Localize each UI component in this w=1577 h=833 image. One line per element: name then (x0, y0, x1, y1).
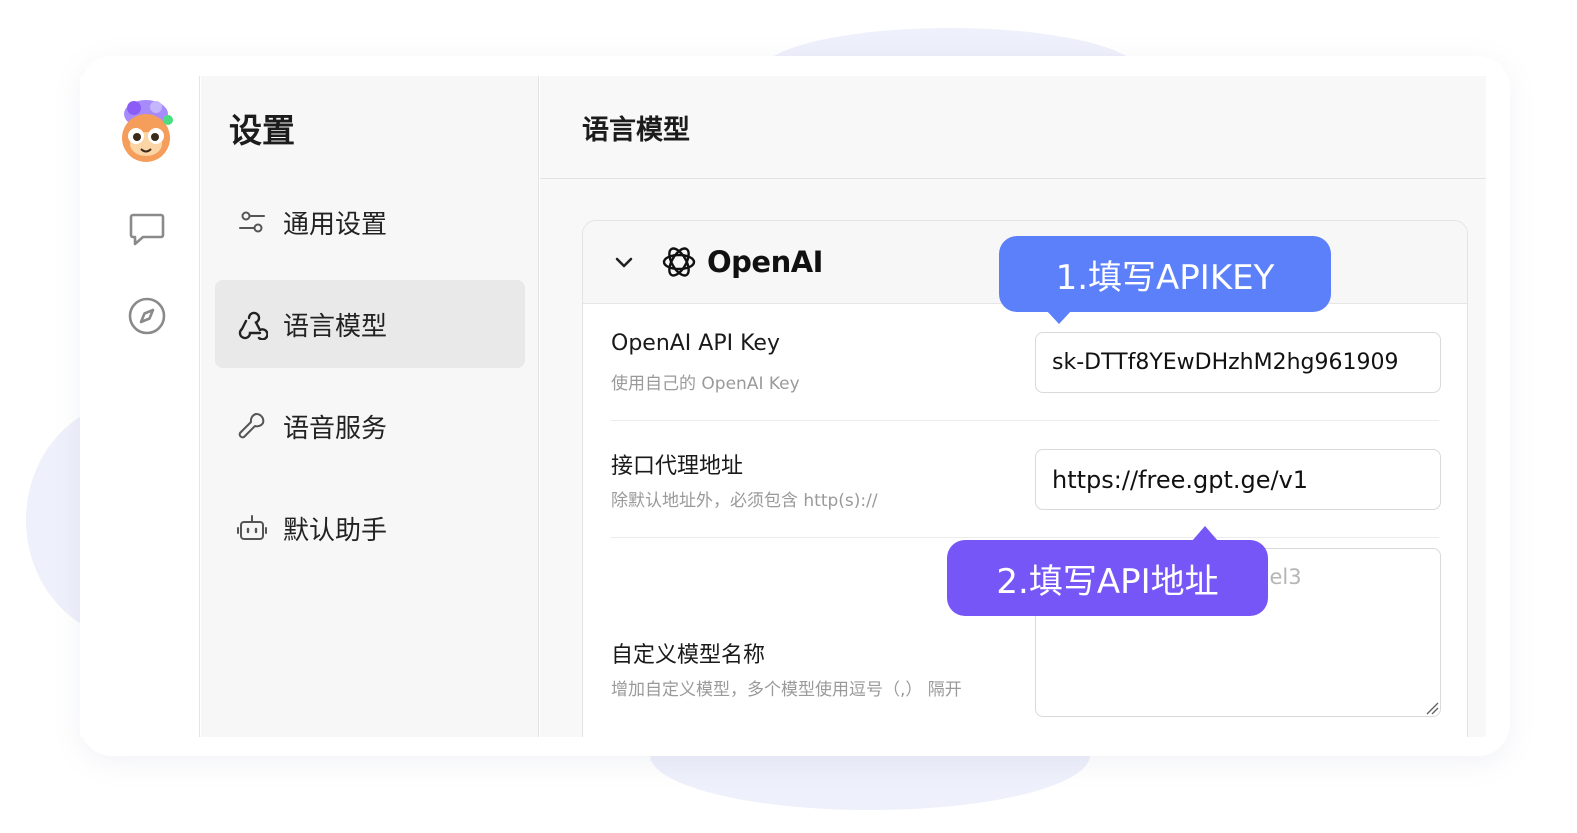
robot-icon (235, 511, 269, 545)
nav-item-label: 语言模型 (283, 311, 388, 342)
webhook-icon (235, 307, 269, 341)
nav-item-label: 语音服务 (283, 413, 388, 444)
callout-fill-api-url: 2.填写API地址 (947, 540, 1268, 616)
nav-item-general[interactable]: 通用设置 (215, 178, 525, 266)
field-row-proxy-url: 接口代理地址 除默认地址外，必须包含 http(s):// (611, 422, 1441, 538)
app-frame: 设置 通用设置 语言模型 语音服务 默认助手 语言模型 OpenAI OpenA… (80, 76, 1486, 737)
content-header: 语言模型 (540, 76, 1486, 179)
nav-item-label: 默认助手 (283, 515, 388, 546)
app-window: 设置 通用设置 语言模型 语音服务 默认助手 语言模型 OpenAI OpenA… (80, 56, 1510, 756)
field-label: 接口代理地址 (611, 454, 744, 479)
sliders-icon (235, 205, 269, 239)
nav-item-voice-service[interactable]: 语音服务 (215, 382, 525, 470)
chevron-down-icon[interactable] (611, 249, 637, 275)
chat-icon[interactable] (127, 208, 167, 248)
avatar-icon[interactable] (116, 98, 176, 162)
field-label: 自定义模型名称 (611, 643, 766, 668)
api-key-input[interactable] (1035, 332, 1441, 393)
field-description: 增加自定义模型，多个模型使用逗号（,） 隔开 (611, 680, 962, 700)
provider-name: OpenAI (707, 245, 823, 279)
settings-title: 设置 (229, 111, 295, 150)
settings-sidebar: 设置 通用设置 语言模型 语音服务 默认助手 (201, 76, 539, 737)
field-description: 使用自己的 OpenAI Key (611, 374, 800, 394)
openai-logo-icon (662, 247, 696, 277)
field-row-api-key: OpenAI API Key 使用自己的 OpenAI Key (611, 305, 1441, 421)
proxy-url-input[interactable] (1035, 449, 1441, 510)
wrench-icon (235, 409, 269, 443)
nav-item-language-model[interactable]: 语言模型 (215, 280, 525, 368)
field-label: OpenAI API Key (611, 331, 780, 356)
compass-icon[interactable] (127, 296, 167, 336)
nav-item-default-assistant[interactable]: 默认助手 (215, 484, 525, 572)
field-description: 除默认地址外，必须包含 http(s):// (611, 491, 878, 511)
content-panel: 语言模型 OpenAI OpenAI API Key 使用自己的 OpenAI … (540, 76, 1486, 737)
callout-pointer (1046, 310, 1072, 324)
page-title: 语言模型 (582, 115, 690, 146)
nav-item-label: 通用设置 (283, 209, 388, 240)
resize-grip-icon[interactable] (1425, 701, 1439, 715)
callout-fill-api-key: 1.填写APIKEY (999, 236, 1331, 312)
icon-rail (80, 76, 200, 737)
callout-pointer (1192, 526, 1218, 541)
